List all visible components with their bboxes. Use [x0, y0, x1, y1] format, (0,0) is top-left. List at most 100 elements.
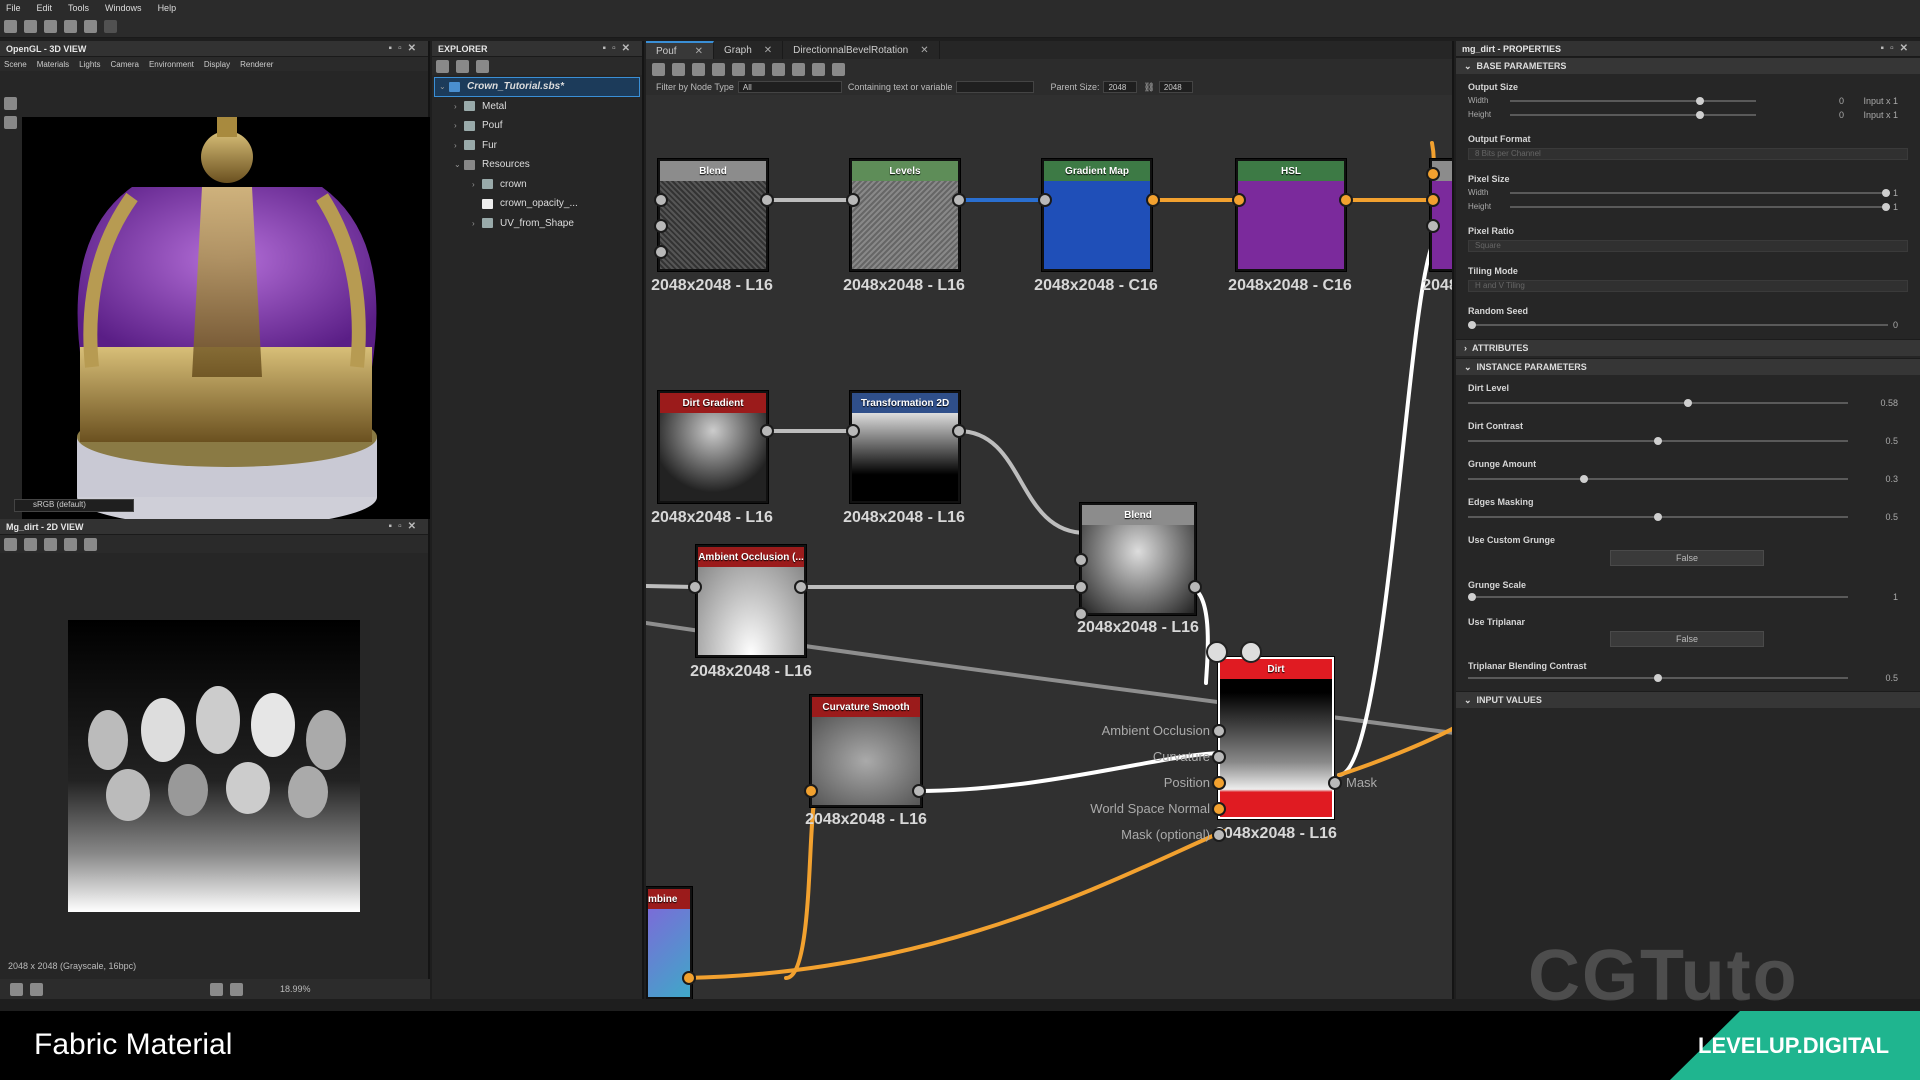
- grunge-scale-slider[interactable]: [1468, 593, 1848, 601]
- new-graph-icon[interactable]: [24, 20, 37, 33]
- pin-float-close-icons[interactable]: ▪▫✕: [389, 521, 422, 532]
- dirt-input-mask[interactable]: [1212, 828, 1226, 842]
- output-width-slider[interactable]: [1510, 97, 1756, 105]
- use-custom-grunge-toggle[interactable]: False: [1610, 550, 1764, 566]
- tab-graph[interactable]: Graph ✕: [714, 41, 784, 59]
- grid-icon[interactable]: [210, 982, 223, 996]
- tree-item-uv-from-shape[interactable]: › UV_from_Shape: [432, 214, 642, 234]
- output-port[interactable]: [1188, 580, 1202, 594]
- node-type-dropdown[interactable]: All: [737, 81, 842, 93]
- link-icon[interactable]: [812, 62, 825, 76]
- output-port[interactable]: [912, 784, 926, 798]
- input-port[interactable]: [1038, 193, 1052, 207]
- menu-file[interactable]: File: [6, 3, 21, 13]
- section-base-parameters[interactable]: ⌄ BASE PARAMETERS: [1456, 57, 1920, 74]
- input-port[interactable]: [1426, 167, 1440, 181]
- node-blend-2[interactable]: Blend: [1080, 503, 1196, 615]
- contain-input[interactable]: [956, 81, 1035, 93]
- redo-icon[interactable]: [104, 20, 117, 33]
- dirt-input-world-normal[interactable]: [1212, 802, 1226, 816]
- histogram-icon[interactable]: [84, 537, 97, 551]
- node-doc-icon[interactable]: [1206, 641, 1228, 663]
- pan-icon[interactable]: [672, 62, 685, 76]
- info-icon[interactable]: [712, 62, 725, 76]
- menu-scene[interactable]: Scene: [4, 60, 27, 69]
- export-icon[interactable]: [44, 537, 57, 551]
- search-icon[interactable]: [732, 62, 745, 76]
- tiling-mode-dropdown[interactable]: H and V Tiling: [1468, 280, 1908, 292]
- output-port[interactable]: [682, 971, 696, 985]
- node-levels[interactable]: Levels: [850, 159, 960, 271]
- edges-masking-slider[interactable]: [1468, 513, 1848, 521]
- node-gradient-map[interactable]: Gradient Map: [1042, 159, 1152, 271]
- zoom-value[interactable]: 18.99%: [280, 984, 311, 994]
- tree-item-metal[interactable]: › Metal: [432, 97, 642, 117]
- close-icon[interactable]: ✕: [920, 45, 928, 56]
- node-dirt[interactable]: Dirt: [1218, 657, 1334, 819]
- input-port[interactable]: [1074, 607, 1088, 621]
- info-icon[interactable]: [64, 537, 77, 551]
- pixel-ratio-dropdown[interactable]: Square: [1468, 240, 1908, 252]
- output-format-dropdown[interactable]: 8 Bits per Channel: [1468, 148, 1908, 160]
- input-port[interactable]: [846, 424, 860, 438]
- pixel-width-slider[interactable]: [1510, 189, 1890, 197]
- menu-lights[interactable]: Lights: [79, 60, 100, 69]
- new-package-icon[interactable]: [456, 59, 469, 73]
- input-port[interactable]: [804, 784, 818, 798]
- dirt-input-curvature[interactable]: [1212, 750, 1226, 764]
- grunge-amount-slider[interactable]: [1468, 475, 1848, 483]
- close-icon[interactable]: ✕: [764, 45, 772, 56]
- save-package-icon[interactable]: [436, 59, 449, 73]
- menu-help[interactable]: Help: [158, 3, 177, 13]
- dirt-input-ao[interactable]: [1212, 724, 1226, 738]
- output-port[interactable]: [760, 424, 774, 438]
- section-instance-parameters[interactable]: ⌄ INSTANCE PARAMETERS: [1456, 358, 1920, 375]
- tab-directionnal-bevel-rotation[interactable]: DirectionnalBevelRotation ✕: [783, 41, 940, 59]
- input-port[interactable]: [1074, 580, 1088, 594]
- menu-renderer[interactable]: Renderer: [240, 60, 273, 69]
- input-port[interactable]: [1426, 219, 1440, 233]
- align-icon[interactable]: [752, 62, 765, 76]
- menu-materials[interactable]: Materials: [37, 60, 69, 69]
- camera-icon[interactable]: [4, 97, 17, 110]
- light-icon[interactable]: [4, 116, 17, 129]
- node-checker-icon[interactable]: [1240, 641, 1262, 663]
- node-curvature-smooth[interactable]: Curvature Smooth: [810, 695, 922, 807]
- tree-item-pouf[interactable]: › Pouf: [432, 116, 642, 136]
- use-triplanar-toggle[interactable]: False: [1610, 631, 1764, 647]
- close-icon[interactable]: ✕: [695, 46, 703, 57]
- output-port[interactable]: [952, 424, 966, 438]
- node-blend[interactable]: Blend: [658, 159, 768, 271]
- save-icon[interactable]: [64, 20, 77, 33]
- dirt-level-slider[interactable]: [1468, 399, 1848, 407]
- output-port[interactable]: [1339, 193, 1353, 207]
- pixel-height-slider[interactable]: [1510, 203, 1890, 211]
- package-item[interactable]: ⌄ Crown_Tutorial.sbs*: [434, 77, 640, 97]
- output-port[interactable]: [1146, 193, 1160, 207]
- input-port[interactable]: [654, 193, 668, 207]
- layout-icon[interactable]: [772, 62, 785, 76]
- output-port[interactable]: [952, 193, 966, 207]
- node-ambient-occlusion[interactable]: Ambient Occlusion (...: [696, 545, 806, 657]
- output-port[interactable]: [760, 193, 774, 207]
- tree-item-crown[interactable]: › crown: [432, 175, 642, 195]
- fit-icon[interactable]: [230, 982, 243, 996]
- parent-size-dropdown[interactable]: 2048: [1103, 81, 1138, 93]
- node-transformation-2d[interactable]: Transformation 2D: [850, 391, 960, 503]
- tab-pouf[interactable]: Pouf ✕: [646, 41, 714, 59]
- random-seed-slider[interactable]: [1468, 321, 1888, 329]
- open-icon[interactable]: [44, 20, 57, 33]
- input-port[interactable]: [654, 219, 668, 233]
- pin-float-close-icons[interactable]: ▪▫✕: [389, 43, 422, 54]
- screenshot-icon[interactable]: [692, 62, 705, 76]
- save-image-icon[interactable]: [24, 537, 37, 551]
- menu-camera[interactable]: Camera: [111, 60, 139, 69]
- menu-display[interactable]: Display: [204, 60, 230, 69]
- parent-size-dropdown-2[interactable]: 2048: [1158, 81, 1193, 93]
- input-port[interactable]: [1074, 553, 1088, 567]
- section-attributes[interactable]: › ATTRIBUTES: [1456, 339, 1920, 356]
- colorspace-dropdown[interactable]: sRGB (default): [14, 499, 134, 512]
- menu-environment[interactable]: Environment: [149, 60, 194, 69]
- new-icon[interactable]: [4, 20, 17, 33]
- comment-icon[interactable]: [792, 62, 805, 76]
